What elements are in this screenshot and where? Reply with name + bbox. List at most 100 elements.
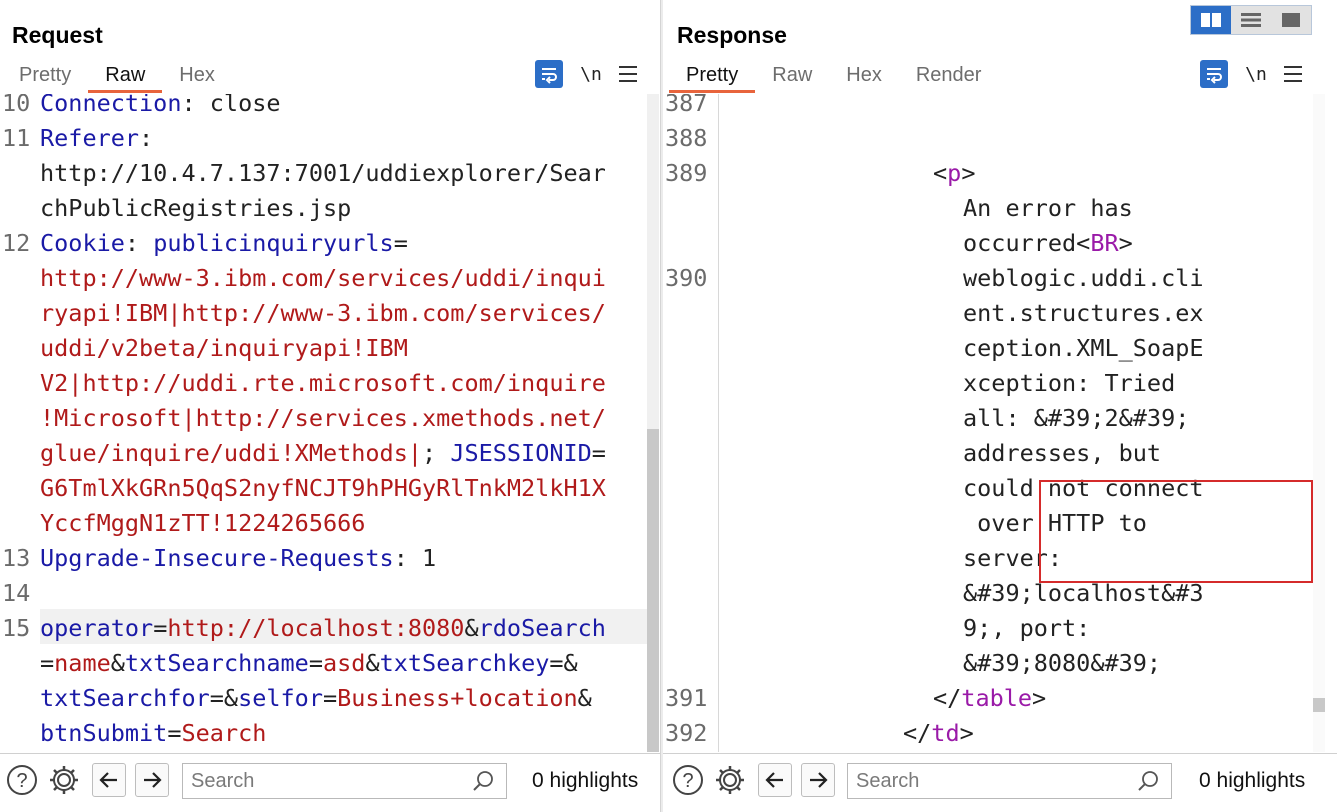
response-pane: Response Pretty Raw Hex Render \n 387 388…	[663, 0, 1337, 812]
request-bottom-bar: ? 0 highlights	[0, 753, 660, 812]
help-icon[interactable]: ?	[6, 764, 38, 796]
line-number: 15	[2, 614, 31, 642]
response-tab-render[interactable]: Render	[899, 60, 999, 93]
code-text: G6TmlXkGRn5QqS2nyfNCJT9hPHGyRlTnkM2lkH1X	[40, 471, 606, 506]
code-token: &	[577, 684, 592, 712]
response-toolbar: \n	[1200, 60, 1302, 88]
gear-icon[interactable]	[714, 764, 746, 796]
word-wrap-icon[interactable]	[1200, 60, 1228, 88]
code-text: ryapi!IBM|http://www-3.ibm.com/services/	[40, 296, 606, 331]
code-text: Connection: close	[40, 94, 281, 121]
code-token: btnSubmit	[40, 719, 168, 747]
code-text: ent.structures.ex	[963, 296, 1204, 331]
search-icon[interactable]	[1137, 770, 1159, 797]
response-scrollbar[interactable]	[1313, 94, 1325, 752]
newline-toggle-button[interactable]: \n	[579, 64, 603, 85]
request-tab-raw[interactable]: Raw	[88, 60, 163, 93]
code-token: uddi/v2beta/inquiryapi!IBM	[40, 334, 408, 362]
code-line: 10 Connection: close	[0, 94, 660, 121]
code-text: glue/inquire/uddi!XMethods|; JSESSIONID=	[40, 436, 606, 471]
request-tabs: Pretty Raw Hex	[2, 60, 232, 93]
code-text: addresses, but	[963, 436, 1161, 471]
code-line: !Microsoft|http://services.xmethods.net/	[0, 401, 660, 436]
code-token: >	[1118, 229, 1133, 257]
code-line: all: &#39;2&#39;	[663, 401, 1337, 436]
code-token: >	[959, 719, 974, 747]
hamburger-menu-icon[interactable]	[619, 66, 637, 82]
layout-side-by-side-icon[interactable]	[1191, 6, 1231, 34]
arrow-left-icon[interactable]	[758, 763, 792, 797]
layout-single-icon[interactable]	[1271, 6, 1311, 34]
response-search-input[interactable]	[848, 764, 1128, 798]
line-number: 392	[665, 719, 708, 747]
code-token: ent.structures.ex	[963, 299, 1204, 327]
arrow-left-icon[interactable]	[92, 763, 126, 797]
help-icon[interactable]: ?	[672, 764, 704, 796]
code-line: glue/inquire/uddi!XMethods|; JSESSIONID=	[0, 436, 660, 471]
code-token: Search	[181, 719, 267, 747]
code-line: occurred<BR>	[663, 226, 1337, 261]
request-scrollbar[interactable]	[647, 94, 659, 752]
response-tabs: Pretty Raw Hex Render	[669, 60, 998, 93]
request-highlights-count: 0 highlights	[532, 769, 639, 792]
code-token: </	[933, 684, 962, 712]
request-search-input[interactable]	[183, 764, 463, 798]
newline-toggle-button[interactable]: \n	[1244, 64, 1268, 85]
code-token: =	[40, 649, 55, 677]
layout-stacked-icon[interactable]	[1231, 6, 1271, 34]
code-text: uddi/v2beta/inquiryapi!IBM	[40, 331, 408, 366]
code-token: :	[139, 124, 154, 152]
layout-switch	[1190, 5, 1312, 35]
code-token: <	[933, 159, 948, 187]
code-token: </	[903, 719, 932, 747]
code-token: >	[961, 159, 976, 187]
code-token: Cookie	[40, 229, 125, 257]
word-wrap-icon[interactable]	[535, 60, 563, 88]
code-line: 391 </table>	[663, 681, 1337, 716]
gear-icon[interactable]	[48, 764, 80, 796]
code-token: addresses, but	[963, 439, 1162, 467]
code-text: http://www-3.ibm.com/services/uddi/inqui	[40, 261, 606, 296]
search-icon[interactable]	[472, 770, 494, 797]
code-text: Cookie: publicinquiryurls=	[40, 226, 408, 261]
code-text: weblogic.uddi.cli	[963, 261, 1204, 296]
response-search-box	[847, 763, 1172, 799]
line-number: 14	[2, 579, 31, 607]
hamburger-menu-icon[interactable]	[1284, 66, 1302, 82]
response-scroll-thumb[interactable]	[1313, 698, 1325, 712]
code-line: chPublicRegistries.jsp	[0, 191, 660, 226]
request-editor[interactable]: 10 Connection: close 11 Referer: http://10.4…	[0, 94, 660, 752]
response-tab-hex[interactable]: Hex	[829, 60, 899, 93]
code-line: ception.XML_SoapE	[663, 331, 1337, 366]
response-editor[interactable]: 387 388 389 <p> An error has occurred<BR> 390 w…	[663, 94, 1337, 752]
request-tab-pretty[interactable]: Pretty	[2, 60, 88, 93]
code-token: =	[308, 649, 323, 677]
response-tab-pretty[interactable]: Pretty	[669, 60, 756, 93]
code-token: publicinquiryurls	[153, 229, 394, 257]
code-token: >	[1032, 684, 1047, 712]
code-text: btnSubmit=Search	[40, 716, 266, 751]
code-line: txtSearchfor=&selfor=Business+location&	[0, 681, 660, 716]
code-token: ryapi!IBM|http://www-3.ibm.com/services/	[40, 299, 606, 327]
code-text: occurred<BR>	[963, 226, 1133, 261]
code-token: Referer	[40, 124, 140, 152]
line-number: 388	[665, 124, 708, 152]
request-scroll-thumb[interactable]	[647, 429, 659, 752]
line-number: 391	[665, 684, 708, 712]
code-line: 389 <p>	[663, 156, 1337, 191]
code-line: An error has	[663, 191, 1337, 226]
line-number: 10	[2, 94, 31, 117]
code-token: =	[322, 684, 338, 712]
code-token: operator	[40, 614, 154, 642]
response-tab-raw[interactable]: Raw	[755, 60, 829, 93]
arrow-right-icon[interactable]	[135, 763, 169, 797]
code-token: xception: Tried	[963, 369, 1176, 397]
arrow-right-icon[interactable]	[801, 763, 835, 797]
line-number: 387	[665, 94, 708, 117]
code-line: 12 Cookie: publicinquiryurls=	[0, 226, 660, 261]
request-title: Request	[12, 22, 103, 48]
request-tab-hex[interactable]: Hex	[162, 60, 232, 93]
code-token: Upgrade-Insecure-Requests	[40, 544, 394, 572]
code-line: http://www-3.ibm.com/services/uddi/inqui	[0, 261, 660, 296]
code-token: =&	[549, 649, 578, 677]
